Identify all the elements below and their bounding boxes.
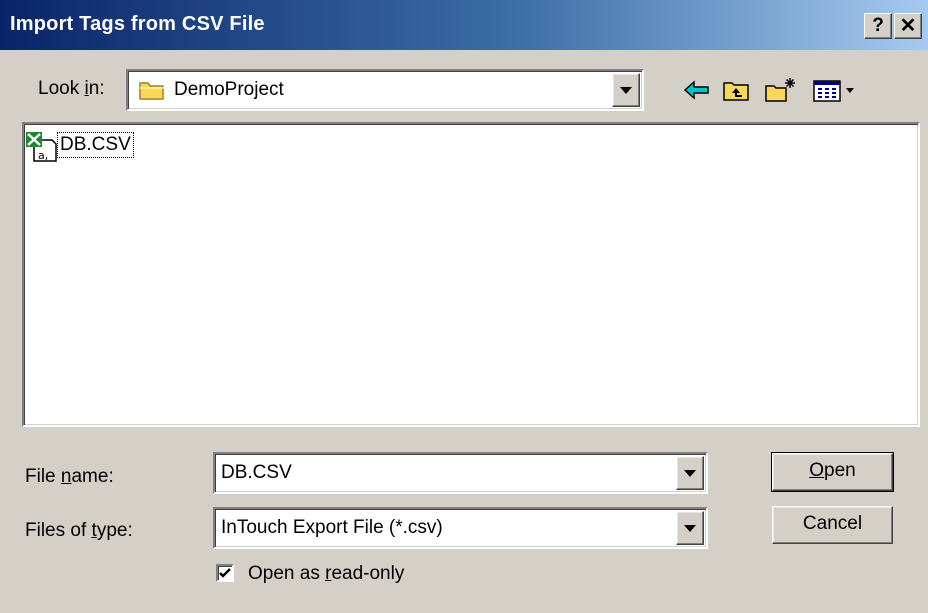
- file-type-label: Files of type:: [25, 520, 133, 541]
- file-list[interactable]: a, DB.CSV: [22, 122, 920, 427]
- title-bar[interactable]: Import Tags from CSV File ? ✕: [0, 0, 928, 50]
- file-name-combo[interactable]: DB.CSV: [213, 452, 708, 494]
- chevron-down-icon: [684, 525, 696, 532]
- file-type-dropdown-button[interactable]: [676, 511, 704, 545]
- cancel-button[interactable]: Cancel: [772, 506, 893, 544]
- import-tags-dialog: Import Tags from CSV File ? ✕ Look in: D…: [0, 0, 928, 613]
- back-arrow-icon[interactable]: [682, 76, 712, 104]
- look-in-combo[interactable]: DemoProject: [126, 69, 644, 111]
- file-type-value: InTouch Export File (*.csv): [221, 517, 443, 538]
- help-icon: ?: [872, 15, 884, 36]
- look-in-label: Look in:: [38, 78, 105, 99]
- file-name-label: File name:: [25, 466, 114, 487]
- new-folder-icon[interactable]: [764, 76, 798, 104]
- file-list-item-label: DB.CSV: [57, 132, 134, 158]
- excel-csv-file-icon: a,: [26, 132, 57, 162]
- folder-icon: [139, 82, 164, 100]
- close-icon: ✕: [899, 15, 917, 37]
- svg-text:a,: a,: [38, 149, 48, 162]
- checkmark-icon: [219, 568, 231, 578]
- dialog-title: Import Tags from CSV File: [10, 13, 265, 35]
- open-button[interactable]: Open: [771, 452, 894, 492]
- read-only-checkbox[interactable]: [216, 564, 234, 582]
- look-in-dropdown-button[interactable]: [612, 73, 640, 107]
- read-only-label[interactable]: Open as read-only: [248, 563, 404, 585]
- file-name-dropdown-button[interactable]: [676, 456, 704, 490]
- view-menu-icon[interactable]: [812, 76, 862, 104]
- chevron-down-icon: [684, 470, 696, 477]
- close-button[interactable]: ✕: [894, 13, 922, 39]
- up-one-level-icon[interactable]: [722, 76, 752, 104]
- help-button[interactable]: ?: [864, 13, 892, 39]
- file-type-combo[interactable]: InTouch Export File (*.csv): [213, 507, 708, 549]
- look-in-value: DemoProject: [174, 79, 284, 100]
- file-name-input[interactable]: DB.CSV: [221, 462, 292, 484]
- chevron-down-icon: [620, 87, 632, 94]
